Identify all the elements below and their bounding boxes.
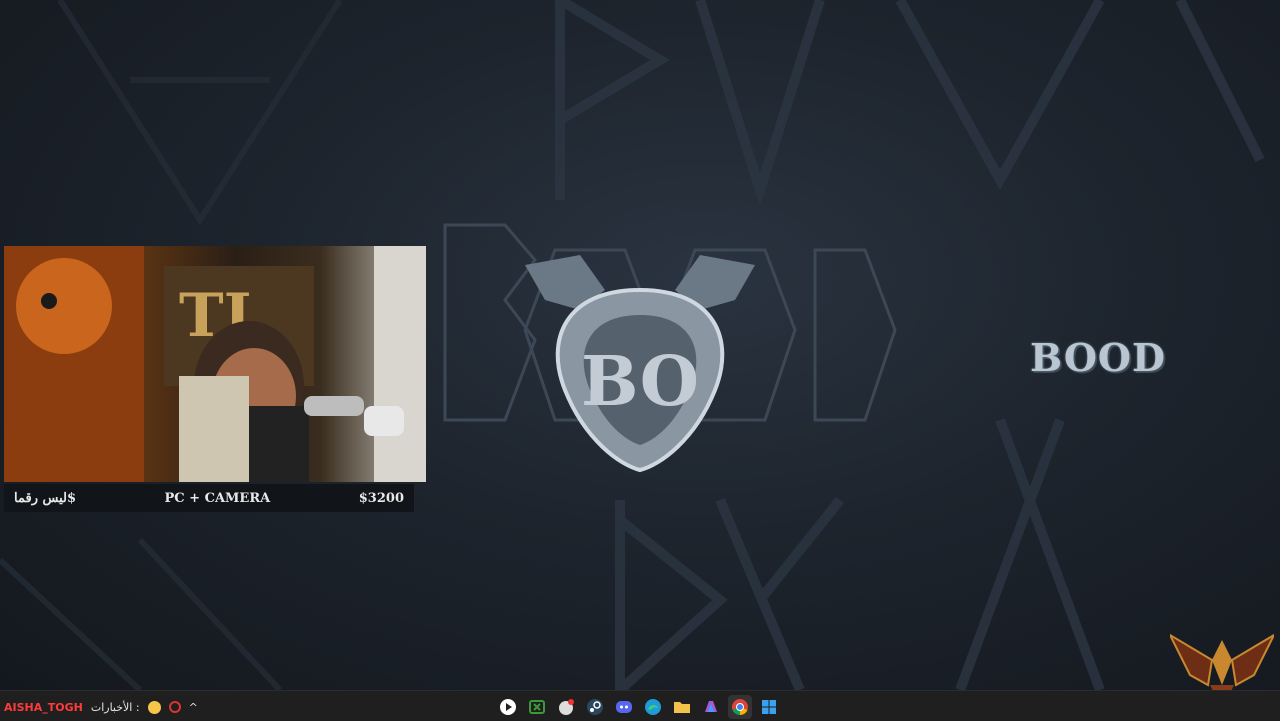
windows-taskbar: AISHA_TOGH الأخبارات : ^ (0, 690, 1280, 721)
donation-note-label: ليس رقما$ (14, 490, 76, 506)
file-explorer-icon[interactable] (670, 695, 694, 719)
edge-icon[interactable] (641, 695, 665, 719)
tray-left: AISHA_TOGH الأخبارات : ^ (4, 697, 198, 717)
copilot-icon[interactable] (699, 695, 723, 719)
emblem-letters: BO (581, 342, 699, 422)
xbox-icon[interactable] (525, 695, 549, 719)
webcam-feed: TI (4, 246, 426, 482)
brand-name: BOOD (1030, 335, 1166, 380)
price-label: $3200 (358, 490, 404, 506)
streamer-image: TI (4, 246, 426, 482)
chrome-icon[interactable] (728, 695, 752, 719)
media-player-icon[interactable] (496, 695, 520, 719)
ticker-label: الأخبارات : (90, 700, 140, 714)
emoji-face-icon (147, 700, 161, 714)
bood-emblem: BO (415, 220, 905, 480)
ticker-username: AISHA_TOGH (4, 700, 83, 714)
tray-overflow-caret[interactable]: ^ (189, 701, 198, 714)
discord-icon[interactable] (612, 695, 636, 719)
setup-label: PC + CAMERA (164, 490, 271, 506)
game-icon[interactable] (554, 695, 578, 719)
webcam-info-bar: ليس رقما$ PC + CAMERA $3200 (4, 484, 414, 512)
windows-icon[interactable] (757, 695, 781, 719)
record-icon[interactable] (168, 701, 181, 713)
taskbar-apps (496, 694, 781, 720)
steam-icon[interactable] (583, 695, 607, 719)
